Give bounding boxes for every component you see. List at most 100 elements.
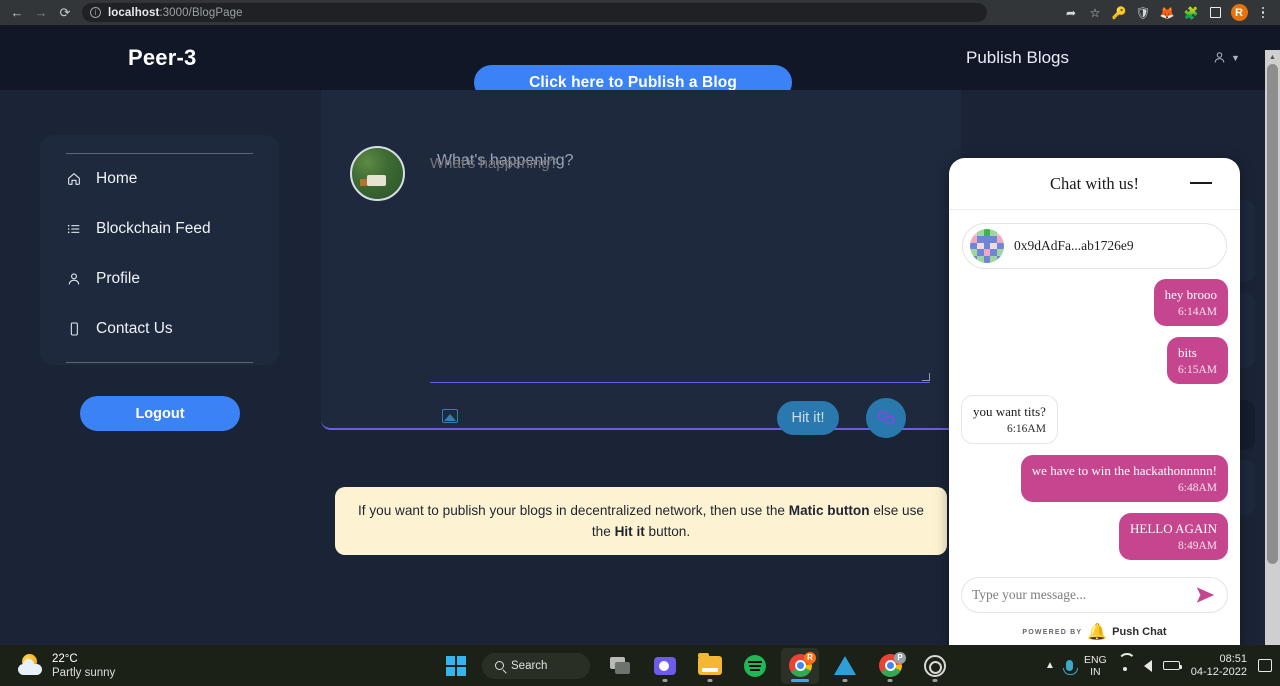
message-text: HELLO AGAIN xyxy=(1129,521,1217,536)
chat-footer: POWERED BY 🔔 Push Chat xyxy=(949,619,1240,645)
notifications-icon[interactable] xyxy=(1258,659,1272,672)
page-scrollbar[interactable]: ▲ ▼ xyxy=(1265,50,1280,645)
message-text: we have to win the hackathonnnnn! xyxy=(1031,463,1217,478)
weather-description: Partly sunny xyxy=(52,666,116,679)
metamask-fox-icon[interactable]: 🦊 xyxy=(1156,3,1178,23)
chat-title: Chat with us! xyxy=(1050,173,1139,193)
chat-message: HELLO AGAIN 8:49AM xyxy=(1118,513,1228,560)
phone-icon xyxy=(66,321,96,337)
forward-arrow-icon[interactable]: → xyxy=(30,3,52,23)
language-indicator[interactable]: ENG IN xyxy=(1084,654,1107,678)
polygon-matic-icon xyxy=(877,410,895,426)
reload-icon[interactable]: ⟳ xyxy=(54,3,76,23)
search-label: Search xyxy=(511,659,548,672)
message-text: bits xyxy=(1178,345,1197,360)
logout-button[interactable]: Logout xyxy=(80,396,240,431)
chat-header: Chat with us! xyxy=(949,158,1240,210)
textarea-resize-handle[interactable] xyxy=(922,373,930,381)
avatar xyxy=(350,146,405,201)
scroll-up-icon[interactable]: ▲ xyxy=(1265,50,1280,64)
hit-it-button[interactable]: Hit it! xyxy=(777,401,839,435)
message-time: 6:16AM xyxy=(1006,423,1046,435)
sidebar-item-contact-us[interactable]: Contact Us xyxy=(66,304,253,354)
person-icon xyxy=(1214,52,1225,63)
teams-icon[interactable] xyxy=(646,648,684,684)
volume-icon[interactable] xyxy=(1143,659,1152,672)
list-icon xyxy=(66,221,96,237)
app-header: Peer-3 Click here to Publish a Blog Publ… xyxy=(0,25,1280,100)
spotify-icon[interactable] xyxy=(736,648,774,684)
send-paper-plane-icon[interactable] xyxy=(1193,584,1217,606)
system-tray: ▲ ENG IN 08:51 04-12-2022 xyxy=(1045,645,1272,686)
matic-publish-button[interactable] xyxy=(866,398,906,438)
extensions-puzzle-icon[interactable]: 🧩 xyxy=(1180,3,1202,23)
banner-bold-matic: Matic button xyxy=(788,503,870,518)
chat-message-input[interactable] xyxy=(972,587,1193,603)
profile-avatar[interactable]: R xyxy=(1228,3,1250,23)
message-time: 8:49AM xyxy=(1178,540,1217,552)
minimize-icon[interactable] xyxy=(1190,182,1212,184)
share-icon[interactable]: ➦ xyxy=(1060,3,1082,23)
chat-message-list: hey brooo 6:14AM bits 6:15AM you want ti… xyxy=(949,269,1240,577)
chat-message: we have to win the hackathonnnnn! 6:48AM xyxy=(1020,455,1228,502)
bookmark-star-icon[interactable]: ☆ xyxy=(1084,3,1106,23)
browser-menu-icon[interactable] xyxy=(1252,3,1274,23)
obs-icon[interactable] xyxy=(916,648,954,684)
shield-icon[interactable]: 🛡 xyxy=(1132,3,1154,23)
sidebar-item-home[interactable]: Home xyxy=(66,154,253,204)
account-menu[interactable]: ▼ xyxy=(1212,50,1240,65)
message-time: 6:14AM xyxy=(1178,306,1217,318)
clock[interactable]: 08:51 04-12-2022 xyxy=(1191,653,1247,679)
file-explorer-icon[interactable] xyxy=(691,648,729,684)
windows-taskbar: 22°C Partly sunny Search R P ▲ ENG IN 08… xyxy=(0,645,1280,686)
person-icon xyxy=(66,271,96,287)
push-bell-icon: 🔔 xyxy=(1087,624,1108,641)
message-time: 6:48AM xyxy=(1178,482,1217,494)
vscode-icon[interactable] xyxy=(826,648,864,684)
sidebar-item-blockchain-feed[interactable]: Blockchain Feed xyxy=(66,204,253,254)
site-info-icon[interactable]: i xyxy=(90,7,101,18)
chat-contact-address: 0x9dAdFa...ab1726e9 xyxy=(1014,238,1134,253)
clock-date: 04-12-2022 xyxy=(1190,665,1247,678)
task-view-icon[interactable] xyxy=(601,648,639,684)
page-title: Peer-3 xyxy=(128,44,197,70)
image-upload-icon[interactable] xyxy=(442,409,458,423)
weather-widget[interactable]: 22°C Partly sunny xyxy=(18,652,115,680)
sidebar-nav: Home Blockchain Feed Profile Contact Us xyxy=(40,135,279,365)
chrome-icon[interactable]: R xyxy=(781,647,819,684)
scrollbar-thumb[interactable] xyxy=(1267,64,1278,564)
chrome-beta-icon[interactable]: P xyxy=(871,648,909,684)
sidebar-item-profile[interactable]: Profile xyxy=(66,254,253,304)
language-code: ENG xyxy=(1083,653,1107,666)
address-bar[interactable]: i localhost:3000/BlogPage xyxy=(82,3,987,22)
banner-text-1: If you want to publish your blogs in dec… xyxy=(358,503,789,518)
url-text: localhost:3000/BlogPage xyxy=(108,6,243,19)
password-key-icon[interactable]: 🔑 xyxy=(1108,3,1130,23)
microphone-icon[interactable] xyxy=(1062,660,1078,675)
back-arrow-icon[interactable]: ← xyxy=(6,3,28,23)
browser-extension-tray: ➦ ☆ 🔑 🛡 🦊 🧩 R xyxy=(1060,3,1274,23)
divider-bottom xyxy=(66,362,253,363)
home-icon xyxy=(66,171,96,187)
wifi-icon[interactable] xyxy=(1118,660,1133,671)
browser-toolbar: ← → ⟳ i localhost:3000/BlogPage ➦ ☆ 🔑 🛡 … xyxy=(0,0,1280,25)
start-windows-icon[interactable] xyxy=(437,648,475,684)
battery-icon[interactable] xyxy=(1162,661,1182,670)
chat-message: bits 6:15AM xyxy=(1167,337,1228,384)
compose-input[interactable] xyxy=(430,155,930,383)
sidebar-item-label: Home xyxy=(96,170,138,187)
web-page: Peer-3 Click here to Publish a Blog Publ… xyxy=(0,25,1280,645)
chat-message: you want tits? 6:16AM xyxy=(961,395,1058,444)
taskbar-search[interactable]: Search xyxy=(482,652,590,679)
sidepanel-icon[interactable] xyxy=(1204,3,1226,23)
sidebar-item-label: Blockchain Feed xyxy=(96,220,211,237)
chat-widget: Chat with us! 0x9dAdFa...ab1726e9 hey br… xyxy=(949,158,1240,645)
banner-bold-hitit: Hit it xyxy=(614,524,645,539)
chat-contact-row[interactable]: 0x9dAdFa...ab1726e9 xyxy=(962,223,1227,269)
message-time: 6:15AM xyxy=(1178,364,1217,376)
identicon-avatar xyxy=(970,229,1004,263)
taskbar-apps: Search R P xyxy=(437,645,954,686)
show-hidden-icons-chevron[interactable]: ▲ xyxy=(1045,660,1055,671)
sidebar-item-label: Contact Us xyxy=(96,320,173,337)
region-code: IN xyxy=(1090,665,1101,678)
